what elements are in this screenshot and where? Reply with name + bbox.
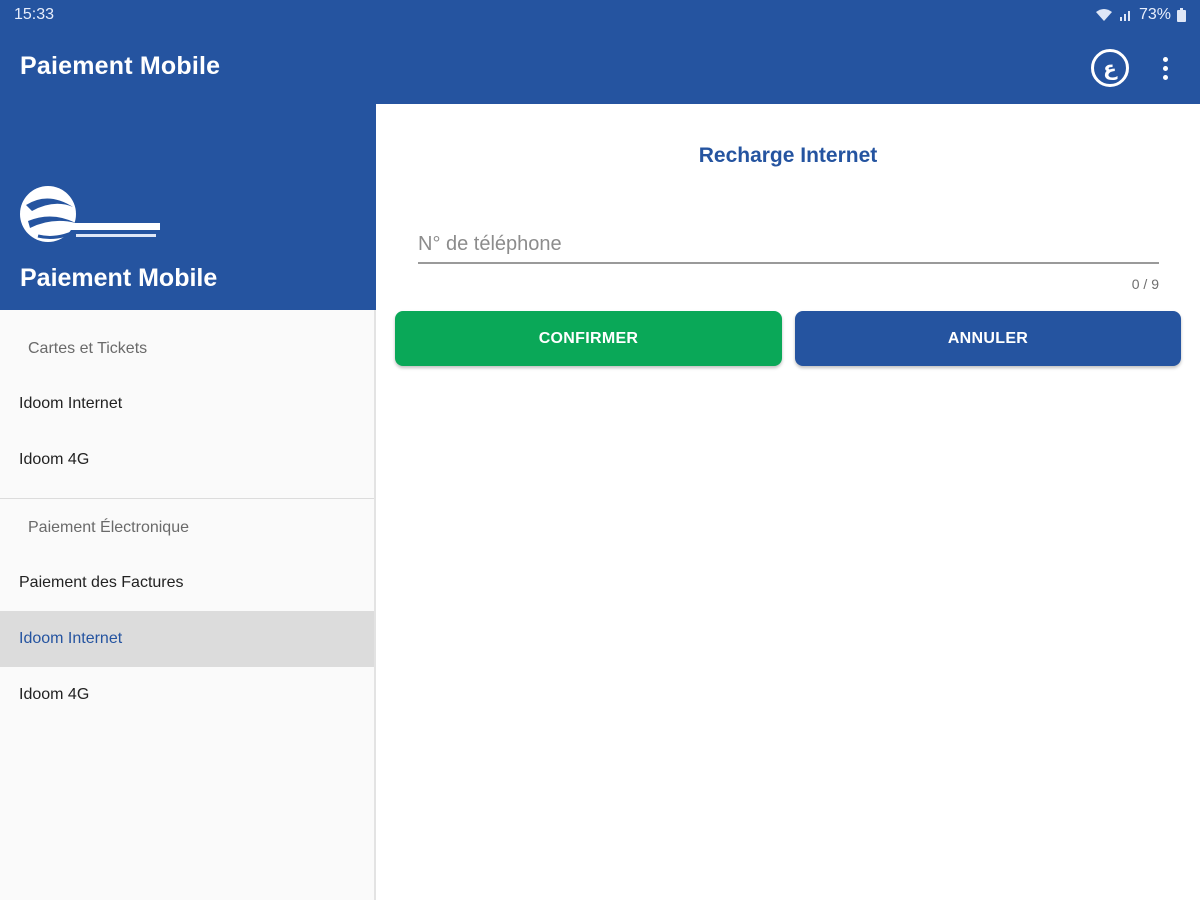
battery-icon [1177, 8, 1186, 22]
battery-percent: 73% [1138, 6, 1171, 23]
sidebar-item-paiement-factures[interactable]: Paiement des Factures [0, 555, 374, 611]
language-button[interactable]: ع [1091, 49, 1129, 87]
app-bar: 15:33 73% Paiement Mobile ع [0, 0, 1200, 104]
sidebar-item-idoom-internet-cartes[interactable]: Idoom Internet [0, 376, 374, 432]
cancel-button[interactable]: ANNULER [795, 311, 1181, 366]
confirm-button[interactable]: CONFIRMER [395, 311, 782, 366]
signal-icon [1119, 11, 1130, 21]
drawer-header-title: Paiement Mobile [20, 264, 218, 292]
more-options-icon[interactable] [1150, 50, 1180, 86]
drawer-header: Paiement Mobile [0, 104, 376, 310]
toolbar-title: Paiement Mobile [20, 52, 221, 80]
status-indicators: 73% [1095, 6, 1186, 24]
wifi-icon [1095, 9, 1112, 21]
drawer-divider [0, 498, 374, 499]
sidebar-item-idoom-internet-paiement[interactable]: Idoom Internet [0, 611, 374, 667]
navigation-drawer: Paiement Mobile Cartes et Tickets Idoom … [0, 104, 376, 900]
status-bar: 15:33 73% [0, 0, 1200, 30]
phone-number-input[interactable] [418, 226, 1159, 264]
algerie-telecom-logo [20, 186, 160, 242]
sidebar-item-idoom-4g-paiement[interactable]: Idoom 4G [0, 667, 374, 723]
character-counter: 0 / 9 [1131, 276, 1159, 292]
form-title: Recharge Internet [698, 144, 878, 167]
sidebar-item-idoom-4g-cartes[interactable]: Idoom 4G [0, 432, 374, 488]
section-title-cartes: Cartes et Tickets [28, 340, 148, 357]
main-content: Recharge Internet 0 / 9 CONFIRMER ANNULE… [376, 104, 1200, 900]
status-time: 15:33 [14, 6, 55, 23]
section-title-paiement: Paiement Électronique [28, 519, 189, 536]
